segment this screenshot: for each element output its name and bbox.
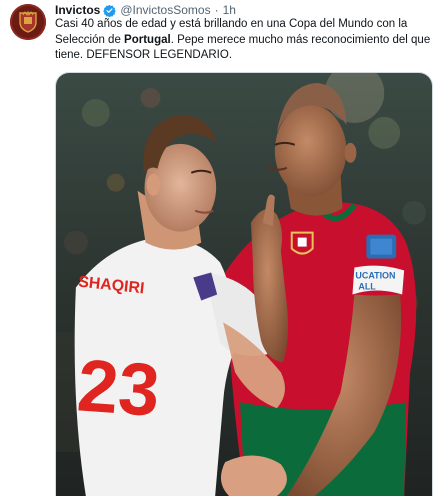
portugal-crest [290, 231, 314, 255]
author-name[interactable]: Invictos [55, 2, 100, 18]
jersey-number: 23 [75, 343, 162, 432]
armband-text-2: ALL [358, 281, 376, 291]
tweet-media-photo[interactable]: UCATION ALL SHAQIRI 23 [55, 72, 433, 496]
tweet-timestamp[interactable]: 1h [223, 2, 236, 18]
armband-text-1: UCATION [355, 271, 395, 281]
author-avatar[interactable] [10, 4, 46, 40]
portugal-player-head [274, 104, 347, 197]
invictos-logo-icon [19, 10, 37, 33]
photo-illustration: UCATION ALL SHAQIRI 23 [56, 73, 432, 496]
author-handle[interactable]: @InvictosSomos [120, 2, 210, 18]
header-separator: · [214, 3, 219, 17]
tweet: Invictos @InvictosSomos · 1h Casi 40 año… [0, 0, 446, 496]
verified-badge-icon [103, 4, 117, 17]
tweet-text-bold: Portugal [124, 33, 171, 46]
tweet-header: Invictos @InvictosSomos · 1h [55, 2, 236, 18]
tweet-text: Casi 40 años de edad y está brillando en… [55, 17, 435, 64]
